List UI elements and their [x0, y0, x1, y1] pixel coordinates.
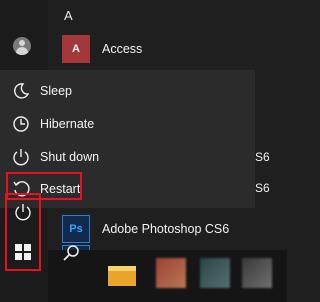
power-menu-label: Hibernate	[40, 117, 95, 131]
power-menu-label: Shut down	[40, 150, 100, 164]
app-item-access[interactable]: A Access	[62, 34, 142, 64]
truncated-app-label: S6	[255, 150, 270, 164]
power-menu-item-hibernate[interactable]: Hibernate	[0, 107, 255, 141]
power-menu-item-shutdown[interactable]: Shut down	[0, 140, 255, 174]
app-label: Access	[102, 42, 143, 56]
user-avatar-icon[interactable]	[13, 37, 31, 55]
section-letter[interactable]: A	[64, 8, 73, 23]
taskbar-app-icon[interactable]	[200, 258, 230, 288]
truncated-app-label: S6	[255, 181, 270, 195]
file-explorer-icon[interactable]	[108, 266, 136, 286]
clock-icon	[13, 116, 29, 132]
power-icon[interactable]	[14, 203, 32, 221]
search-icon[interactable]	[63, 244, 81, 262]
power-menu-item-sleep[interactable]: Sleep	[0, 74, 255, 108]
windows-start-icon[interactable]	[14, 243, 32, 261]
photoshop-icon: Ps	[62, 215, 90, 243]
power-menu-label: Sleep	[40, 84, 72, 98]
access-icon: A	[62, 35, 90, 63]
power-icon	[13, 149, 29, 166]
taskbar-app-icon[interactable]	[242, 258, 272, 288]
app-item-photoshop[interactable]: Ps Adobe Photoshop CS6	[62, 214, 229, 244]
taskbar-app-icon[interactable]	[156, 258, 186, 288]
moon-icon	[14, 83, 30, 99]
app-label: Adobe Photoshop CS6	[102, 222, 230, 236]
